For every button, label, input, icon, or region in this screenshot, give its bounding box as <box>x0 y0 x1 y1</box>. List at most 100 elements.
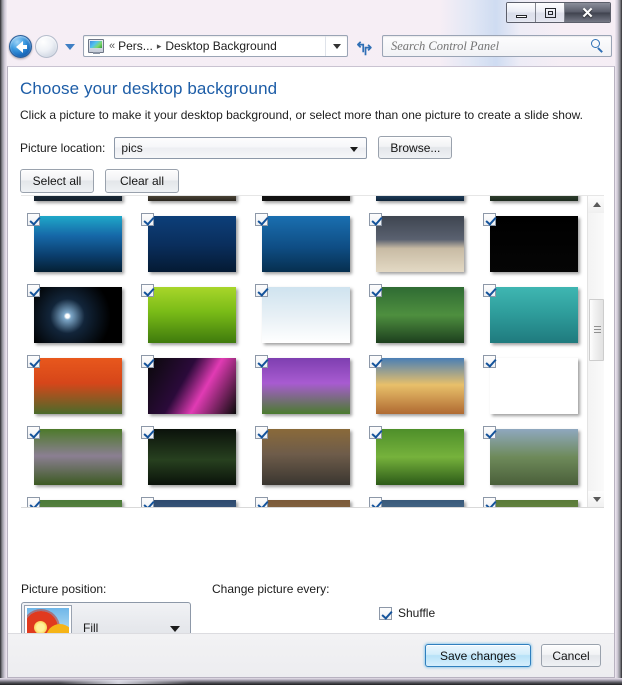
thumbnail-cell[interactable] <box>249 421 363 492</box>
browse-button[interactable]: Browse... <box>378 136 453 159</box>
select-all-button[interactable]: Select all <box>20 169 94 193</box>
recent-pages-dropdown[interactable] <box>63 39 77 53</box>
thumbnail-cell[interactable] <box>363 350 477 421</box>
address-dropdown-button[interactable] <box>325 36 347 56</box>
thumbnail-cell[interactable] <box>135 350 249 421</box>
thumb-dark-spiral-light[interactable] <box>34 286 122 343</box>
scroll-up-button[interactable] <box>588 196 604 213</box>
thumb-partial-3[interactable] <box>262 196 350 201</box>
thumbnail-checkbox[interactable] <box>369 355 382 368</box>
shuffle-row[interactable]: Shuffle <box>379 606 435 620</box>
thumb-orange-poppies[interactable] <box>34 357 122 414</box>
thumb-beach-sunset[interactable] <box>376 357 464 414</box>
refresh-button[interactable]: ↰ ↱ <box>352 35 374 57</box>
cancel-button[interactable]: Cancel <box>541 644 601 667</box>
thumb-cabin-in-snow[interactable] <box>262 286 350 343</box>
thumb-partial-4[interactable] <box>376 196 464 201</box>
thumbnail-checkbox[interactable] <box>369 426 382 439</box>
thumbnail-cell[interactable] <box>477 279 591 350</box>
thumbnail-checkbox[interactable] <box>141 497 154 507</box>
search-icon[interactable] <box>587 37 607 55</box>
maximize-button[interactable] <box>536 3 565 22</box>
minimize-button[interactable] <box>507 3 536 22</box>
thumbnail-cell[interactable] <box>249 208 363 279</box>
picture-location-dropdown[interactable]: pics <box>114 136 368 159</box>
thumbnail-cell[interactable] <box>21 196 135 208</box>
thumbnail-checkbox[interactable] <box>141 355 154 368</box>
thumbnail-cell[interactable] <box>135 196 249 208</box>
thumbnail-cell[interactable] <box>21 421 135 492</box>
scrollbar-thumb[interactable] <box>589 299 604 361</box>
breadcrumb-overflow[interactable]: « <box>109 40 115 52</box>
thumb-golden-leaf[interactable] <box>490 215 578 272</box>
thumbnail-checkbox[interactable] <box>27 497 40 507</box>
forward-button[interactable] <box>35 34 58 58</box>
thumb-partial-bottom-1[interactable] <box>34 499 122 507</box>
thumbnail-checkbox[interactable] <box>141 213 154 226</box>
breadcrumb-segment-personalization[interactable]: Pers... <box>118 39 153 53</box>
thumb-insect-on-leaf[interactable] <box>148 286 236 343</box>
thumb-turquoise-water[interactable] <box>490 286 578 343</box>
thumbnail-checkbox[interactable] <box>483 497 496 507</box>
thumbnail-cell[interactable] <box>135 279 249 350</box>
thumb-partial-5[interactable] <box>490 196 578 201</box>
address-bar[interactable]: « Pers... ▸ Desktop Background <box>83 35 348 57</box>
thumbnail-cell[interactable] <box>477 421 591 492</box>
thumb-purple-crocus[interactable] <box>262 357 350 414</box>
thumb-manta-ray[interactable] <box>148 215 236 272</box>
thumb-partial-bottom-5[interactable] <box>490 499 578 507</box>
thumbnail-cell[interactable] <box>135 208 249 279</box>
close-button[interactable]: ✕ <box>565 3 610 22</box>
thumbnail-cell[interactable] <box>477 350 591 421</box>
thumbnail-checkbox[interactable] <box>483 355 496 368</box>
thumbnail-cell[interactable] <box>21 492 135 507</box>
shuffle-checkbox[interactable] <box>379 606 392 620</box>
thumbnail-cell[interactable] <box>363 279 477 350</box>
save-changes-button[interactable]: Save changes <box>425 644 531 667</box>
thumbnail-checkbox[interactable] <box>255 426 268 439</box>
thumb-sea-turtle[interactable] <box>262 215 350 272</box>
thumbnail-cell[interactable] <box>249 196 363 208</box>
thumbnail-cell[interactable] <box>21 208 135 279</box>
thumb-market-stall[interactable] <box>262 428 350 485</box>
thumb-stormy-beach[interactable] <box>376 215 464 272</box>
breadcrumb-separator-icon[interactable]: ▸ <box>157 41 162 52</box>
thumbnail-cell[interactable] <box>249 279 363 350</box>
thumbnail-cell[interactable] <box>21 350 135 421</box>
thumbnail-checkbox[interactable] <box>255 284 268 297</box>
thumb-grass-blades-dew[interactable] <box>376 428 464 485</box>
thumbnail-scrollbar[interactable] <box>587 196 604 507</box>
thumbnail-checkbox[interactable] <box>27 355 40 368</box>
thumb-magenta-light-trails[interactable] <box>148 357 236 414</box>
search-input[interactable] <box>389 37 587 55</box>
thumbnail-cell[interactable] <box>363 208 477 279</box>
search-box[interactable] <box>382 35 612 57</box>
thumb-partial-2[interactable] <box>148 196 236 201</box>
thumb-school-of-fish[interactable] <box>34 215 122 272</box>
thumb-partial-bottom-3[interactable] <box>262 499 350 507</box>
thumbnail-checkbox[interactable] <box>483 284 496 297</box>
thumbnail-checkbox[interactable] <box>483 213 496 226</box>
breadcrumb-current-desktop-background[interactable]: Desktop Background <box>165 39 276 53</box>
thumbnail-cell[interactable] <box>363 196 477 208</box>
thumbnail-checkbox[interactable] <box>27 426 40 439</box>
thumbnail-checkbox[interactable] <box>483 426 496 439</box>
thumb-partial-bottom-2[interactable] <box>148 499 236 507</box>
thumbnail-checkbox[interactable] <box>369 497 382 507</box>
thumb-partial-bottom-4[interactable] <box>376 499 464 507</box>
thumbnail-cell[interactable] <box>477 208 591 279</box>
clear-all-button[interactable]: Clear all <box>105 169 179 193</box>
thumb-forest-floor-night[interactable] <box>148 428 236 485</box>
thumbnail-cell[interactable] <box>21 279 135 350</box>
thumbnail-cell[interactable] <box>477 196 591 208</box>
thumbnail-checkbox[interactable] <box>255 497 268 507</box>
thumbnail-cell[interactable] <box>135 421 249 492</box>
thumbnail-cell[interactable] <box>477 492 591 507</box>
back-button[interactable] <box>9 34 32 58</box>
thumb-purple-berries[interactable] <box>34 428 122 485</box>
thumbnail-cell[interactable] <box>249 350 363 421</box>
thumbnail-checkbox[interactable] <box>141 426 154 439</box>
scroll-down-button[interactable] <box>588 491 604 507</box>
thumbnail-checkbox[interactable] <box>369 284 382 297</box>
thumbnail-cell[interactable] <box>363 421 477 492</box>
